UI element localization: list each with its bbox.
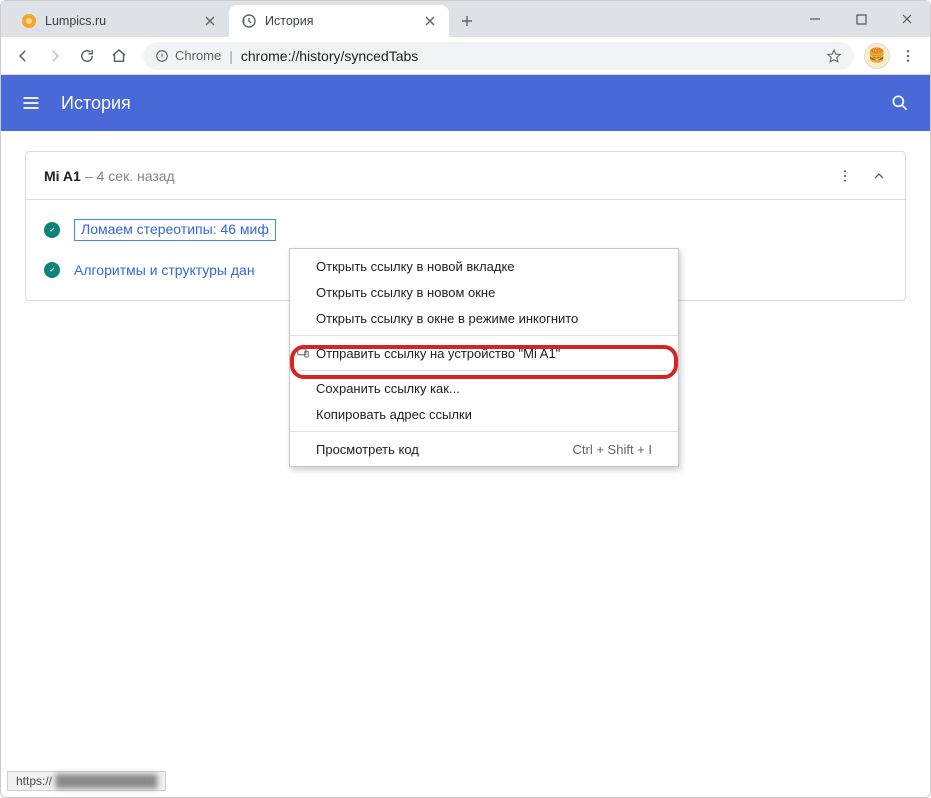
page-title: История (61, 93, 131, 114)
device-name-label: Mi A1 (44, 168, 81, 184)
maximize-button[interactable] (838, 1, 884, 37)
device-card-header: Mi A1 – 4 сек. назад (26, 152, 905, 200)
ctx-item-label: Отправить ссылку на устройство "Mi A1" (316, 346, 560, 361)
ctx-item-label: Открыть ссылку в окне в режиме инкогнито (316, 311, 578, 326)
link-context-menu: Открыть ссылку в новой вкладке Открыть с… (289, 248, 679, 467)
url-separator: | (229, 48, 233, 64)
ctx-separator (290, 431, 678, 432)
browser-tab-0[interactable]: Lumpics.ru (9, 5, 229, 37)
history-favicon-icon (241, 13, 257, 29)
ctx-open-incognito[interactable]: Открыть ссылку в окне в режиме инкогнито (290, 305, 678, 331)
bookmark-star-icon[interactable] (826, 48, 842, 64)
window-controls (792, 1, 930, 37)
ctx-inspect[interactable]: Просмотреть код Ctrl + Shift + I (290, 436, 678, 462)
browser-tab-1[interactable]: История (229, 5, 449, 37)
close-window-button[interactable] (884, 1, 930, 37)
ctx-item-shortcut: Ctrl + Shift + I (573, 442, 652, 457)
ctx-item-label: Сохранить ссылку как... (316, 381, 460, 396)
device-time-label: 4 сек. назад (97, 168, 175, 184)
device-icon (296, 346, 310, 360)
ctx-open-new-window[interactable]: Открыть ссылку в новом окне (290, 279, 678, 305)
url-text: chrome://history/syncedTabs (241, 48, 418, 64)
ctx-copy-link-address[interactable]: Копировать адрес ссылки (290, 401, 678, 427)
site-info-icon[interactable]: Chrome (155, 48, 221, 63)
forward-button[interactable] (41, 42, 69, 70)
new-tab-button[interactable] (453, 7, 481, 35)
device-more-icon[interactable] (837, 168, 853, 184)
page-favicon (44, 262, 60, 278)
browser-menu-button[interactable] (894, 42, 922, 70)
reload-button[interactable] (73, 42, 101, 70)
entry-title: Алгоритмы и структуры дан (74, 262, 255, 278)
minimize-button[interactable] (792, 1, 838, 37)
collapse-chevron-icon[interactable] (871, 168, 887, 184)
entry-title: Ломаем стереотипы: 46 миф (81, 221, 269, 237)
ctx-separator (290, 335, 678, 336)
ctx-open-new-tab[interactable]: Открыть ссылку в новой вкладке (290, 253, 678, 279)
history-app-header: История (1, 75, 930, 131)
device-time-separator: – (85, 168, 93, 184)
browser-toolbar: Chrome | chrome://history/syncedTabs 🍔 (1, 37, 930, 75)
window-titlebar: Lumpics.ru История (1, 1, 930, 37)
link-status-bar: https:// ████████████ (7, 771, 166, 791)
address-bar[interactable]: Chrome | chrome://history/syncedTabs (143, 42, 854, 70)
url-scheme-label: Chrome (175, 48, 221, 63)
home-button[interactable] (105, 42, 133, 70)
ctx-save-link-as[interactable]: Сохранить ссылку как... (290, 375, 678, 401)
tab-title: Lumpics.ru (45, 14, 195, 28)
close-tab-icon[interactable] (423, 14, 437, 28)
ctx-item-label: Открыть ссылку в новом окне (316, 285, 495, 300)
close-tab-icon[interactable] (203, 14, 217, 28)
profile-avatar[interactable]: 🍔 (864, 43, 890, 69)
status-prefix: https:// (16, 774, 52, 788)
history-entry[interactable]: Ломаем стереотипы: 46 миф (26, 210, 905, 250)
ctx-item-label: Просмотреть код (316, 442, 419, 457)
page-favicon (44, 222, 60, 238)
site-favicon (21, 13, 37, 29)
search-icon[interactable] (890, 93, 910, 113)
ctx-item-label: Копировать адрес ссылки (316, 407, 472, 422)
ctx-separator (290, 370, 678, 371)
tab-title: История (265, 14, 415, 28)
status-blurred: ████████████ (52, 774, 157, 788)
ctx-send-to-device[interactable]: Отправить ссылку на устройство "Mi A1" (290, 340, 678, 366)
ctx-item-label: Открыть ссылку в новой вкладке (316, 259, 515, 274)
menu-hamburger-icon[interactable] (21, 93, 41, 113)
back-button[interactable] (9, 42, 37, 70)
